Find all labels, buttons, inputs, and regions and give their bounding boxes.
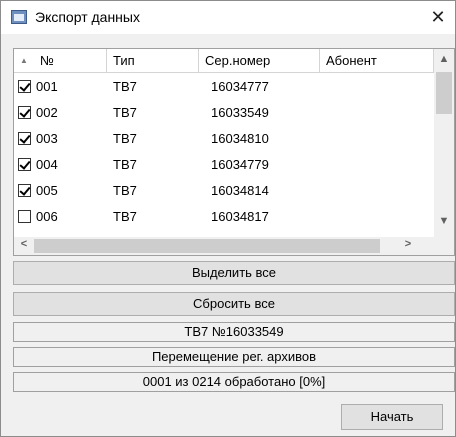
row-checkbox[interactable] — [18, 132, 31, 145]
vertical-scrollbar[interactable]: ▲ ▼ — [434, 49, 454, 237]
cell-serial: 16034810 — [211, 131, 269, 146]
sort-ascending-icon: ▲ — [20, 56, 28, 65]
column-header-number[interactable]: ▲ № — [14, 49, 107, 73]
table-row[interactable]: 001 ТВ7 16034777 — [14, 75, 434, 99]
select-all-button[interactable]: Выделить все — [13, 261, 455, 285]
cell-type: ТВ7 — [113, 209, 137, 224]
app-window-icon — [11, 10, 27, 24]
cell-number: 005 — [36, 183, 58, 198]
window-title: Экспорт данных — [35, 9, 140, 25]
cell-type: ТВ7 — [113, 105, 137, 120]
cell-serial: 16033549 — [211, 105, 269, 120]
list-header: ▲ № Тип Сер.номер Абонент — [14, 49, 434, 73]
cell-serial: 16034777 — [211, 79, 269, 94]
scroll-right-icon[interactable]: > — [398, 238, 418, 250]
table-row[interactable]: 003 ТВ7 16034810 — [14, 127, 434, 151]
cell-serial: 16034779 — [211, 157, 269, 172]
table-row[interactable]: 006 ТВ7 16034817 — [14, 205, 434, 229]
scroll-down-icon[interactable]: ▼ — [434, 215, 454, 227]
status-operation: Перемещение рег. архивов — [13, 347, 455, 367]
cell-type: ТВ7 — [113, 131, 137, 146]
horizontal-scroll-thumb[interactable] — [34, 239, 380, 253]
cell-number: 003 — [36, 131, 58, 146]
status-device: ТВ7 №16033549 — [13, 322, 455, 342]
scroll-up-icon[interactable]: ▲ — [434, 53, 454, 65]
cell-number: 006 — [36, 209, 58, 224]
export-dialog: Экспорт данных ✕ ▲ № Тип Сер.номер Абоне… — [0, 0, 456, 437]
scroll-left-icon[interactable]: < — [14, 238, 34, 250]
close-button[interactable]: ✕ — [421, 1, 455, 34]
row-checkbox[interactable] — [18, 184, 31, 197]
row-checkbox[interactable] — [18, 210, 31, 223]
row-checkbox[interactable] — [18, 106, 31, 119]
cell-serial: 16034814 — [211, 183, 269, 198]
cell-type: ТВ7 — [113, 157, 137, 172]
start-button[interactable]: Начать — [341, 404, 443, 430]
table-row[interactable]: 004 ТВ7 16034779 — [14, 153, 434, 177]
cell-number: 002 — [36, 105, 58, 120]
column-header-subscriber[interactable]: Абонент — [320, 49, 434, 73]
table-row[interactable]: 002 ТВ7 16033549 — [14, 101, 434, 125]
device-list[interactable]: ▲ № Тип Сер.номер Абонент 001 ТВ7 16034777… — [13, 48, 455, 256]
cell-serial: 16034817 — [211, 209, 269, 224]
table-row[interactable]: 005 ТВ7 16034814 — [14, 179, 434, 203]
cell-type: ТВ7 — [113, 79, 137, 94]
vertical-scroll-thumb[interactable] — [436, 72, 452, 114]
cell-number: 004 — [36, 157, 58, 172]
horizontal-scrollbar[interactable]: < > — [14, 237, 434, 255]
title-bar: Экспорт данных ✕ — [1, 1, 455, 34]
column-header-type[interactable]: Тип — [107, 49, 199, 73]
scroll-corner — [434, 237, 454, 255]
reset-all-button[interactable]: Сбросить все — [13, 292, 455, 316]
row-checkbox[interactable] — [18, 158, 31, 171]
status-progress: 0001 из 0214 обработано [0%] — [13, 372, 455, 392]
cell-number: 001 — [36, 79, 58, 94]
column-header-serial[interactable]: Сер.номер — [199, 49, 320, 73]
row-checkbox[interactable] — [18, 80, 31, 93]
cell-type: ТВ7 — [113, 183, 137, 198]
